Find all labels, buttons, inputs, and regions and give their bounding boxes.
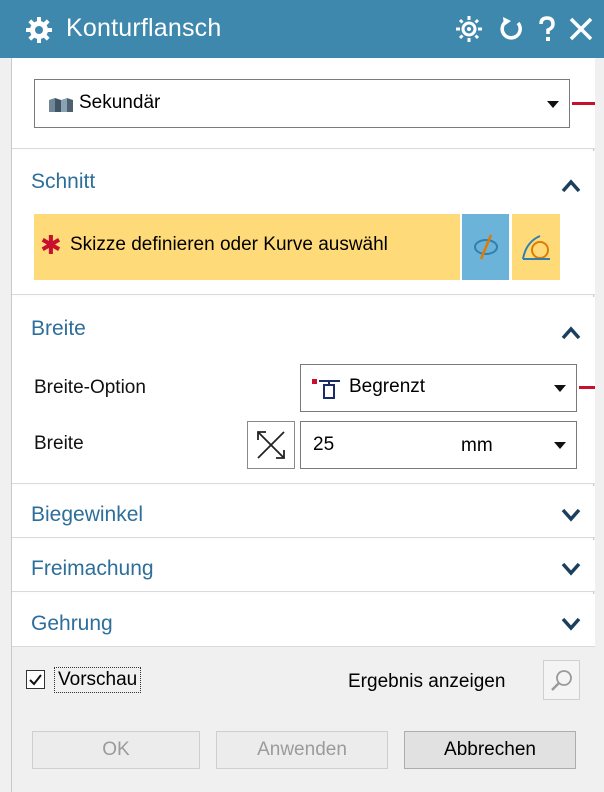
chevron-up-icon[interactable] (561, 179, 581, 193)
limited-width-icon (312, 379, 340, 399)
ok-button[interactable]: OK (32, 731, 200, 769)
window-title: Konturflansch (66, 14, 222, 42)
breite-option-value: Begrenzt (349, 376, 426, 397)
unit-select[interactable]: mm (461, 435, 493, 457)
sketch-section-button[interactable] (462, 214, 509, 280)
settings-gear-icon[interactable] (26, 17, 52, 43)
breite-section: Breite Breite-Option Begrenzt Breite 25 … (12, 297, 595, 484)
breite-option-select[interactable]: Begrenzt (300, 364, 577, 412)
type-section: Sekundär (12, 58, 595, 149)
help-icon[interactable] (532, 14, 562, 44)
preview-checkbox[interactable] (26, 670, 45, 689)
schnitt-title[interactable]: Schnitt (31, 170, 95, 194)
freimachung-title[interactable]: Freimachung (31, 557, 154, 581)
chevron-down-icon (554, 385, 566, 392)
breite-value: 25 (313, 434, 335, 455)
section-prompt[interactable]: ✱ Skizze definieren oder Kurve auswähl (34, 214, 460, 280)
schnitt-section: Schnitt ✱ Skizze definieren oder Kurve a… (12, 151, 595, 295)
chevron-up-icon[interactable] (561, 326, 581, 340)
curve-icon (522, 235, 550, 260)
type-select-value: Sekundär (79, 92, 161, 113)
measure-distance-button[interactable] (247, 421, 295, 469)
chevron-down-icon (554, 442, 566, 449)
required-indicator-line (572, 102, 595, 105)
checkmark-icon (29, 674, 42, 686)
chevron-down-icon (547, 100, 559, 108)
flange-type-icon (49, 98, 73, 112)
preview-label[interactable]: Vorschau (54, 667, 142, 693)
apply-button[interactable]: Anwenden (216, 731, 388, 769)
select-curve-button[interactable] (512, 214, 560, 280)
cancel-button[interactable]: Abbrechen (404, 731, 576, 769)
type-select[interactable]: Sekundär (34, 79, 570, 128)
dialog-body: Sekundär Schnitt ✱ Skizze definieren ode… (11, 58, 595, 792)
gehrung-section[interactable]: Gehrung (12, 594, 595, 646)
section-prompt-text: Skizze definieren oder Kurve auswähl (70, 234, 388, 255)
breite-label: Breite (34, 433, 84, 454)
freimachung-section[interactable]: Freimachung (12, 540, 595, 592)
required-asterisk-icon: ✱ (40, 230, 62, 260)
reset-icon[interactable] (496, 14, 526, 44)
show-result-label: Ergebnis anzeigen (348, 671, 506, 692)
title-bar: Konturflansch (0, 0, 604, 58)
chevron-down-icon[interactable] (561, 617, 581, 631)
magnifier-icon (551, 670, 572, 691)
show-result-button[interactable] (543, 660, 580, 700)
sketch-icon (474, 234, 498, 260)
biegewinkel-title[interactable]: Biegewinkel (31, 503, 143, 527)
breite-title[interactable]: Breite (31, 317, 86, 341)
chevron-down-icon[interactable] (561, 562, 581, 576)
close-icon[interactable] (566, 14, 596, 44)
measure-icon (257, 431, 285, 459)
breite-value-input[interactable]: 25 mm (300, 421, 577, 469)
chevron-down-icon[interactable] (561, 508, 581, 522)
gehrung-title[interactable]: Gehrung (31, 612, 113, 636)
breite-option-label: Breite-Option (34, 377, 146, 398)
lightbulb-icon[interactable] (454, 14, 484, 44)
required-indicator-line (579, 386, 595, 389)
biegewinkel-section[interactable]: Biegewinkel (12, 486, 595, 538)
dialog-footer: Vorschau Ergebnis anzeigen OK Anwenden A… (12, 646, 595, 792)
